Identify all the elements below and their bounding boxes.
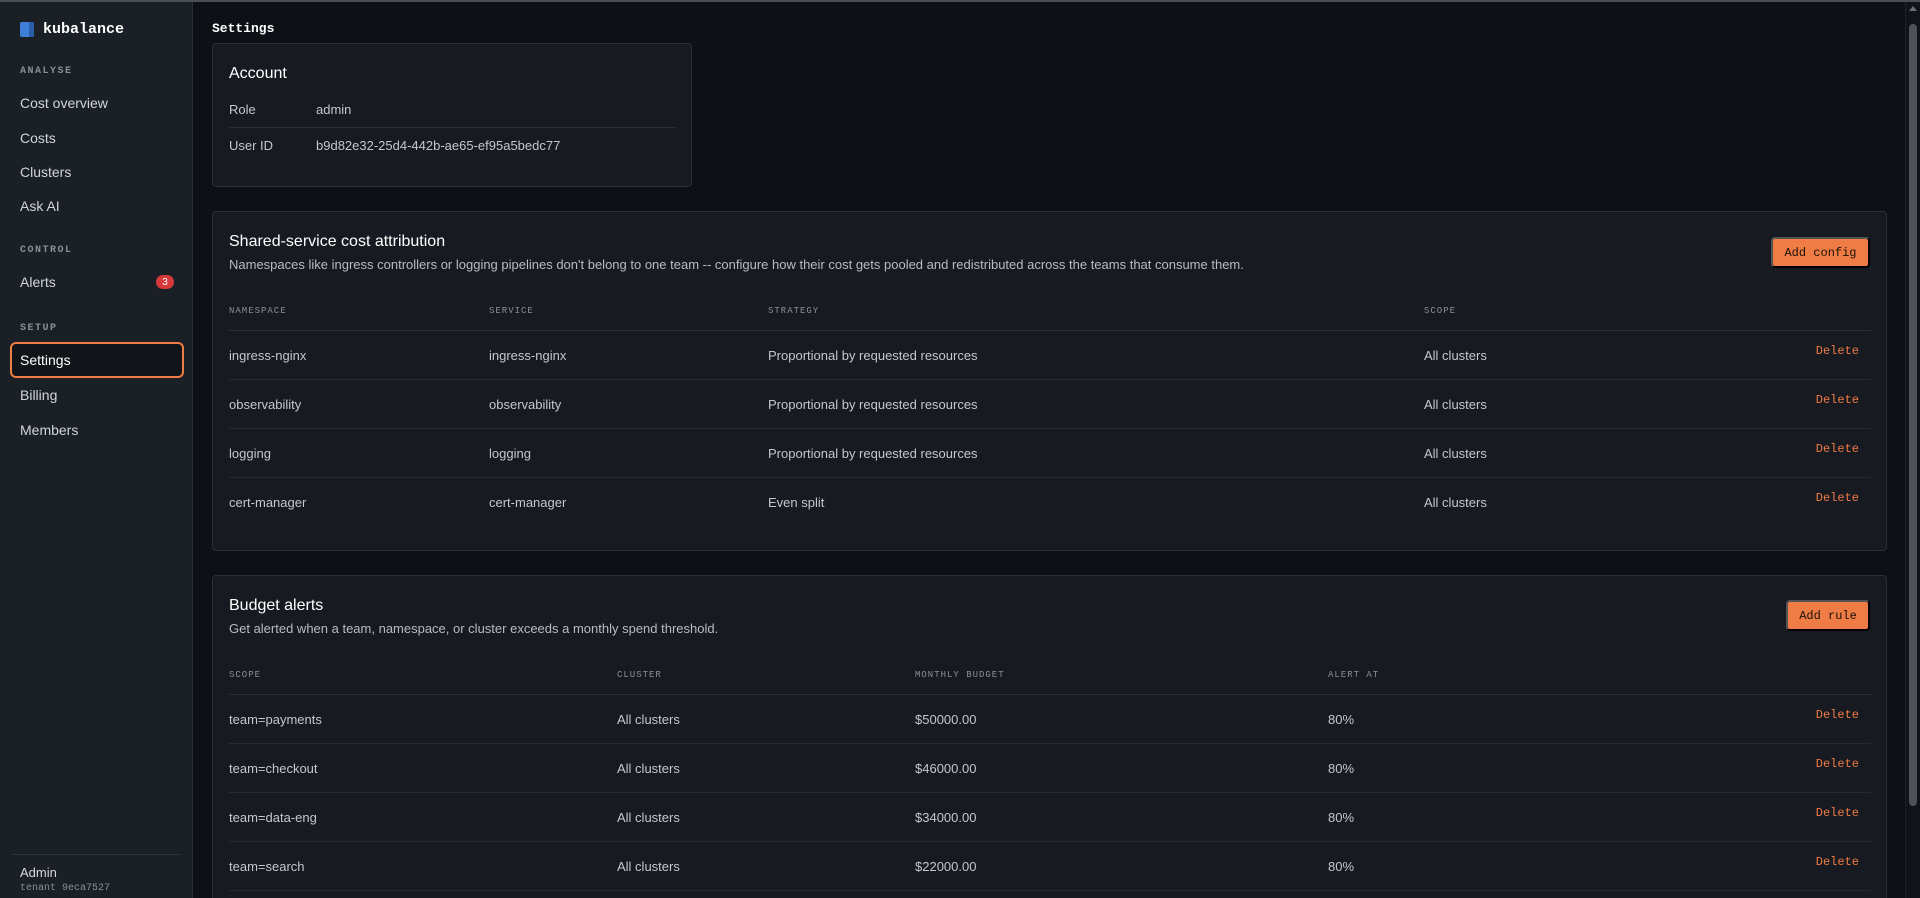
scope-cell: team=checkout (229, 760, 318, 776)
sidebar-item-costs[interactable]: Costs (10, 120, 184, 156)
alert-at-cell: 80% (1328, 858, 1355, 874)
account-title: Account (229, 65, 287, 82)
page-title: Settings (212, 21, 275, 36)
alert-at-cell: 80% (1328, 760, 1355, 776)
table-row: team=payments All clusters $50000.00 80%… (229, 695, 1871, 744)
column-header-namespace: NAMESPACE (229, 306, 287, 316)
sidebar-user-footer[interactable]: Admin tenant 9eca7527 (12, 854, 181, 898)
budget-alerts-card: Budget alerts Get alerted when a team, n… (212, 575, 1887, 898)
column-header-scope: SCOPE (229, 670, 262, 680)
cluster-cell: All clusters (617, 711, 680, 727)
kubalance-logo-icon (20, 22, 34, 37)
service-cell: observability (489, 396, 562, 412)
service-cell: cert-manager (489, 494, 567, 510)
add-rule-button[interactable]: Add rule (1786, 600, 1870, 631)
section-label-analyse: ANALYSE (20, 66, 73, 77)
monthly-budget-cell: $50000.00 (915, 711, 977, 727)
budget-alerts-title: Budget alerts (229, 597, 324, 614)
sidebar-item-alerts[interactable]: Alerts 3 (10, 264, 184, 300)
service-cell: logging (489, 445, 531, 461)
scope-cell: All clusters (1424, 396, 1487, 412)
service-cell: ingress-nginx (489, 347, 567, 363)
sidebar-item-label: Alerts (20, 274, 56, 290)
budget-alerts-description: Get alerted when a team, namespace, or c… (229, 621, 719, 636)
strategy-cell: Even split (768, 494, 825, 510)
delete-button[interactable]: Delete (1816, 393, 1859, 407)
user-id-row: User ID b9d82e32-25d4-442b-ae65-ef95a5be… (229, 127, 676, 163)
scope-cell: All clusters (1424, 445, 1487, 461)
table-row: team=search All clusters $22000.00 80% D… (229, 842, 1871, 891)
sidebar-item-cost-overview[interactable]: Cost overview (10, 85, 184, 121)
scope-cell: team=search (229, 858, 305, 874)
scope-cell: team=data-eng (229, 809, 317, 825)
delete-button[interactable]: Delete (1816, 491, 1859, 505)
cluster-cell: All clusters (617, 858, 680, 874)
namespace-cell: logging (229, 445, 271, 461)
delete-button[interactable]: Delete (1816, 442, 1859, 456)
scope-cell: All clusters (1424, 347, 1487, 363)
role-label: Role (229, 101, 256, 117)
sidebar-item-settings[interactable]: Settings (10, 342, 184, 378)
column-header-service: SERVICE (489, 306, 534, 316)
strategy-cell: Proportional by requested resources (768, 347, 978, 363)
delete-button[interactable]: Delete (1816, 708, 1859, 722)
brand[interactable]: kubalance (20, 21, 124, 38)
delete-button[interactable]: Delete (1816, 855, 1859, 869)
strategy-cell: Proportional by requested resources (768, 445, 978, 461)
scope-cell: team=payments (229, 711, 322, 727)
namespace-cell: observability (229, 396, 302, 412)
user-id-value: b9d82e32-25d4-442b-ae65-ef95a5bedc77 (316, 137, 561, 153)
column-header-strategy: STRATEGY (768, 306, 820, 316)
column-header-cluster: CLUSTER (617, 670, 662, 680)
strategy-cell: Proportional by requested resources (768, 396, 978, 412)
table-row: ingress-nginx ingress-nginx Proportional… (229, 331, 1871, 380)
shared-service-title: Shared-service cost attribution (229, 233, 446, 250)
brand-name: kubalance (43, 21, 125, 38)
namespace-cell: ingress-nginx (229, 347, 307, 363)
shared-service-card: Shared-service cost attribution Namespac… (212, 211, 1887, 551)
monthly-budget-cell: $22000.00 (915, 858, 977, 874)
table-row: logging logging Proportional by requeste… (229, 429, 1871, 478)
delete-button[interactable]: Delete (1816, 757, 1859, 771)
namespace-cell: cert-manager (229, 494, 307, 510)
monthly-budget-cell: $46000.00 (915, 760, 977, 776)
user-id-label: User ID (229, 137, 274, 153)
scope-cell: All clusters (1424, 494, 1487, 510)
tenant-id: tenant 9eca7527 (20, 883, 111, 894)
alerts-count-badge: 3 (156, 275, 174, 289)
page-scrollbar[interactable] (1905, 2, 1920, 898)
table-row: observability observability Proportional… (229, 380, 1871, 429)
account-card: Account Role admin User ID b9d82e32-25d4… (212, 43, 692, 187)
add-config-button[interactable]: Add config (1771, 237, 1870, 268)
sidebar-item-members[interactable]: Members (10, 412, 184, 448)
sidebar-item-ask-ai[interactable]: Ask AI (10, 188, 184, 224)
table-row: cert-manager cert-manager Even split All… (229, 478, 1871, 527)
scrollbar-thumb[interactable] (1909, 24, 1917, 806)
monthly-budget-cell: $34000.00 (915, 809, 977, 825)
table-row: team=checkout All clusters $46000.00 80%… (229, 744, 1871, 793)
alert-at-cell: 80% (1328, 711, 1355, 727)
column-header-scope: SCOPE (1424, 306, 1457, 316)
section-label-setup: SETUP (20, 323, 58, 334)
window-top-border (0, 0, 1920, 2)
delete-button[interactable]: Delete (1816, 806, 1859, 820)
alert-at-cell: 80% (1328, 809, 1355, 825)
user-name: Admin (20, 865, 57, 880)
delete-button[interactable]: Delete (1816, 344, 1859, 358)
cluster-cell: All clusters (617, 809, 680, 825)
role-value: admin (316, 101, 352, 117)
section-label-control: CONTROL (20, 245, 73, 256)
cluster-cell: All clusters (617, 760, 680, 776)
column-header-alert-at: ALERT AT (1328, 670, 1380, 680)
scroll-up-arrow-icon[interactable] (1909, 6, 1917, 11)
shared-service-description: Namespaces like ingress controllers or l… (229, 257, 1244, 272)
sidebar-item-clusters[interactable]: Clusters (10, 154, 184, 190)
column-header-monthly-budget: MONTHLY BUDGET (915, 670, 1005, 680)
role-row: Role admin (229, 91, 676, 127)
sidebar: kubalance ANALYSE Cost overview Costs Cl… (0, 2, 193, 898)
table-row: team=data-eng All clusters $34000.00 80%… (229, 793, 1871, 842)
sidebar-item-billing[interactable]: Billing (10, 377, 184, 413)
